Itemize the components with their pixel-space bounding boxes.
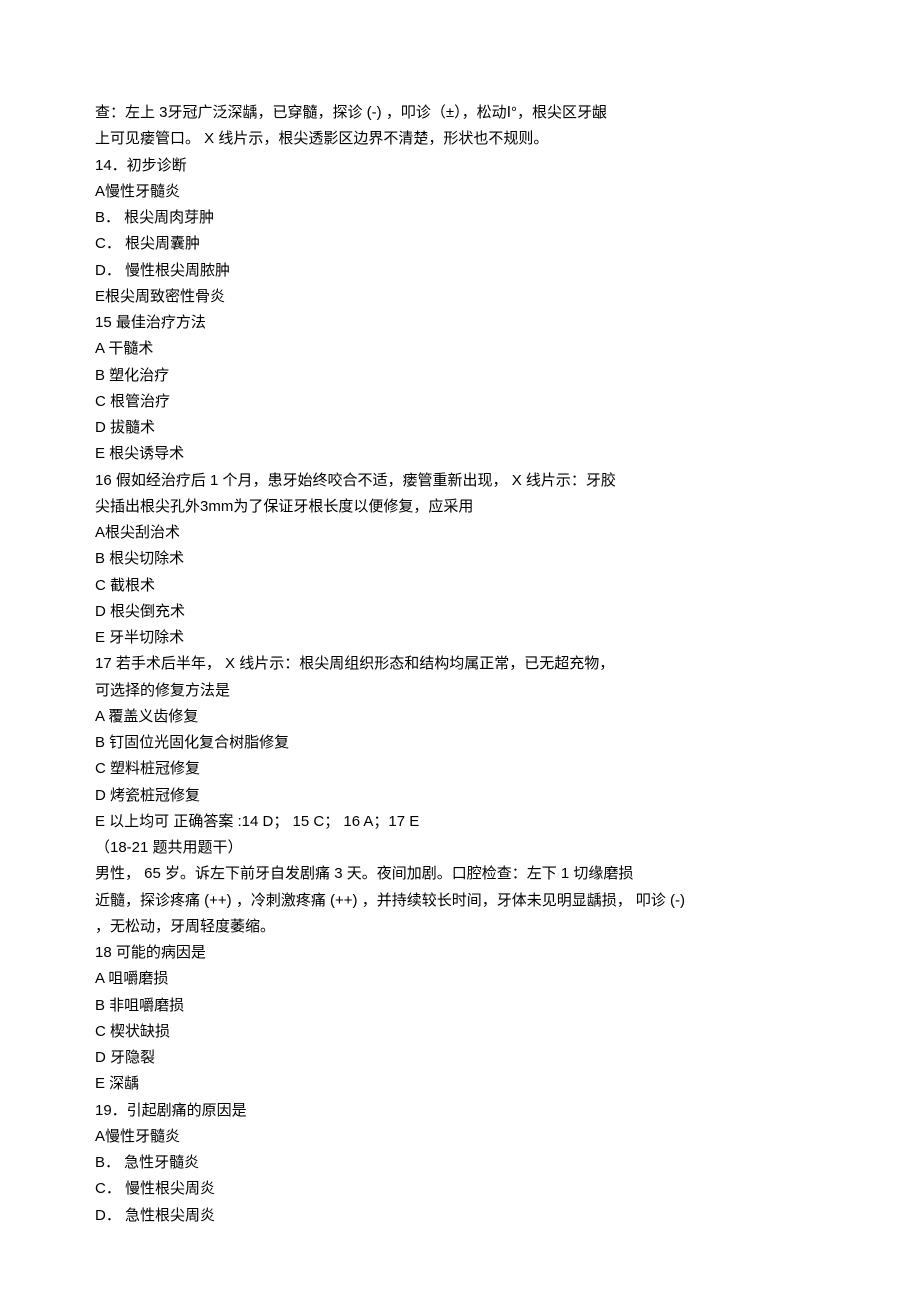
text-line: C 楔状缺损: [95, 1019, 825, 1045]
text-line: D 牙隐裂: [95, 1045, 825, 1071]
text-line: 可选择的修复方法是: [95, 678, 825, 704]
text-line: E根尖周致密性骨炎: [95, 284, 825, 310]
text-line: A慢性牙髓炎: [95, 179, 825, 205]
text-line: E 根尖诱导术: [95, 441, 825, 467]
text-line: E 以上均可 正确答案 :14 D； 15 C； 16 A；17 E: [95, 809, 825, 835]
text-line: D． 慢性根尖周脓肿: [95, 258, 825, 284]
text-line: 19．引起剧痛的原因是: [95, 1098, 825, 1124]
text-line: B． 急性牙髓炎: [95, 1150, 825, 1176]
text-line: A根尖刮治术: [95, 520, 825, 546]
text-line: 近髓，探诊疼痛 (++) ，冷刺激疼痛 (++) ，并持续较长时间，牙体未见明显…: [95, 888, 825, 914]
text-line: ，无松动，牙周轻度萎缩。: [95, 914, 825, 940]
document-content: 查：左上 3牙冠广泛深龋，已穿髓，探诊 (-) ，叩诊（±），松动Ⅰ°，根尖区牙…: [95, 100, 825, 1229]
text-line: 17 若手术后半年， X 线片示：根尖周组织形态和结构均属正常，已无超充物，: [95, 651, 825, 677]
text-line: 上可见瘘管口。 X 线片示，根尖透影区边界不清楚，形状也不规则。: [95, 126, 825, 152]
text-line: C． 根尖周囊肿: [95, 231, 825, 257]
text-line: （18-21 题共用题干）: [95, 835, 825, 861]
text-line: D 拔髓术: [95, 415, 825, 441]
text-line: B 根尖切除术: [95, 546, 825, 572]
text-line: E 牙半切除术: [95, 625, 825, 651]
text-line: 18 可能的病因是: [95, 940, 825, 966]
text-line: A 咀嚼磨损: [95, 966, 825, 992]
text-line: D 根尖倒充术: [95, 599, 825, 625]
text-line: 查：左上 3牙冠广泛深龋，已穿髓，探诊 (-) ，叩诊（±），松动Ⅰ°，根尖区牙…: [95, 100, 825, 126]
text-line: E 深龋: [95, 1071, 825, 1097]
text-line: C． 慢性根尖周炎: [95, 1176, 825, 1202]
text-line: 14．初步诊断: [95, 153, 825, 179]
text-line: C 根管治疗: [95, 389, 825, 415]
text-line: D． 急性根尖周炎: [95, 1203, 825, 1229]
text-line: B 塑化治疗: [95, 363, 825, 389]
text-line: A慢性牙髓炎: [95, 1124, 825, 1150]
text-line: C 塑料桩冠修复: [95, 756, 825, 782]
text-line: 16 假如经治疗后 1 个月，患牙始终咬合不适，瘘管重新出现， X 线片示：牙胶: [95, 468, 825, 494]
text-line: A 覆盖义齿修复: [95, 704, 825, 730]
text-line: D 烤瓷桩冠修复: [95, 783, 825, 809]
text-line: B 非咀嚼磨损: [95, 993, 825, 1019]
text-line: 尖插出根尖孔外3mm为了保证牙根长度以便修复，应采用: [95, 494, 825, 520]
text-line: B 钉固位光固化复合树脂修复: [95, 730, 825, 756]
text-line: 15 最佳治疗方法: [95, 310, 825, 336]
text-line: C 截根术: [95, 573, 825, 599]
text-line: A 干髓术: [95, 336, 825, 362]
text-line: B． 根尖周肉芽肿: [95, 205, 825, 231]
text-line: 男性， 65 岁。诉左下前牙自发剧痛 3 天。夜间加剧。口腔检查：左下 1 切缘…: [95, 861, 825, 887]
